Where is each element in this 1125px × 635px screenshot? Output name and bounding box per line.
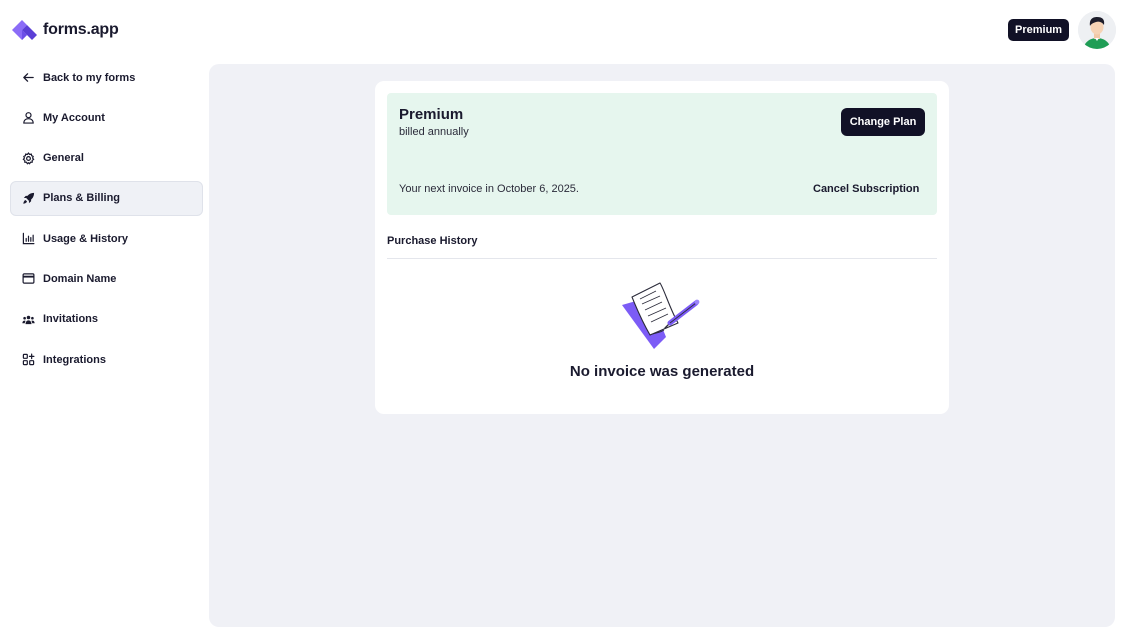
rocket-icon xyxy=(23,192,35,204)
premium-badge: Premium xyxy=(1008,19,1070,41)
billing-period: billed annually xyxy=(399,126,469,138)
sidebar-item-back-to-my-forms[interactable]: Back to my forms xyxy=(10,60,203,95)
forms-app-logo-icon xyxy=(12,20,37,40)
plan-name: Premium xyxy=(399,106,464,123)
divider xyxy=(387,258,937,259)
sidebar: Back to my forms My Account General Plan… xyxy=(10,60,203,382)
sidebar-item-label: Invitations xyxy=(43,313,99,326)
users-icon xyxy=(22,315,35,324)
sidebar-item-label: My Account xyxy=(43,111,105,124)
avatar[interactable] xyxy=(1078,11,1116,49)
sidebar-item-domain-name[interactable]: Domain Name xyxy=(10,261,203,296)
sidebar-item-integrations[interactable]: Integrations xyxy=(10,342,203,377)
sidebar-item-label: Integrations xyxy=(43,353,106,366)
gear-icon xyxy=(22,151,35,165)
billing-card: Premium billed annually Change Plan Your… xyxy=(375,81,949,414)
sidebar-item-label: General xyxy=(43,152,84,165)
empty-state-text: No invoice was generated xyxy=(569,363,755,380)
bar-chart-icon xyxy=(22,232,35,245)
cancel-subscription-link[interactable]: Cancel Subscription xyxy=(813,183,919,195)
sidebar-item-usage-history[interactable]: Usage & History xyxy=(10,221,203,256)
logo-text: forms.app xyxy=(43,21,119,38)
next-invoice-text: Your next invoice in October 6, 2025. xyxy=(399,183,579,195)
sidebar-item-label: Usage & History xyxy=(43,232,128,245)
browser-window-icon xyxy=(22,273,35,285)
purchase-history-title: Purchase History xyxy=(387,235,478,247)
sidebar-item-my-account[interactable]: My Account xyxy=(10,100,203,135)
empty-invoice-illustration xyxy=(622,282,700,349)
sidebar-item-invitations[interactable]: Invitations xyxy=(10,302,203,337)
sidebar-item-label: Back to my forms xyxy=(43,71,136,84)
arrow-left-icon xyxy=(23,73,34,82)
sidebar-item-label: Plans & Billing xyxy=(43,192,121,205)
main-content: Premium billed annually Change Plan Your… xyxy=(209,64,1115,627)
sidebar-item-plans-billing[interactable]: Plans & Billing xyxy=(10,180,203,216)
avatar-image xyxy=(1078,11,1116,49)
app-logo[interactable]: forms.app xyxy=(11,18,119,42)
current-plan-panel: Premium billed annually Change Plan Your… xyxy=(387,93,937,215)
sidebar-item-label: Domain Name xyxy=(43,272,117,285)
user-icon xyxy=(23,112,34,124)
grid-plus-icon xyxy=(22,353,35,366)
sidebar-item-general[interactable]: General xyxy=(10,141,203,176)
change-plan-button[interactable]: Change Plan xyxy=(841,108,925,136)
